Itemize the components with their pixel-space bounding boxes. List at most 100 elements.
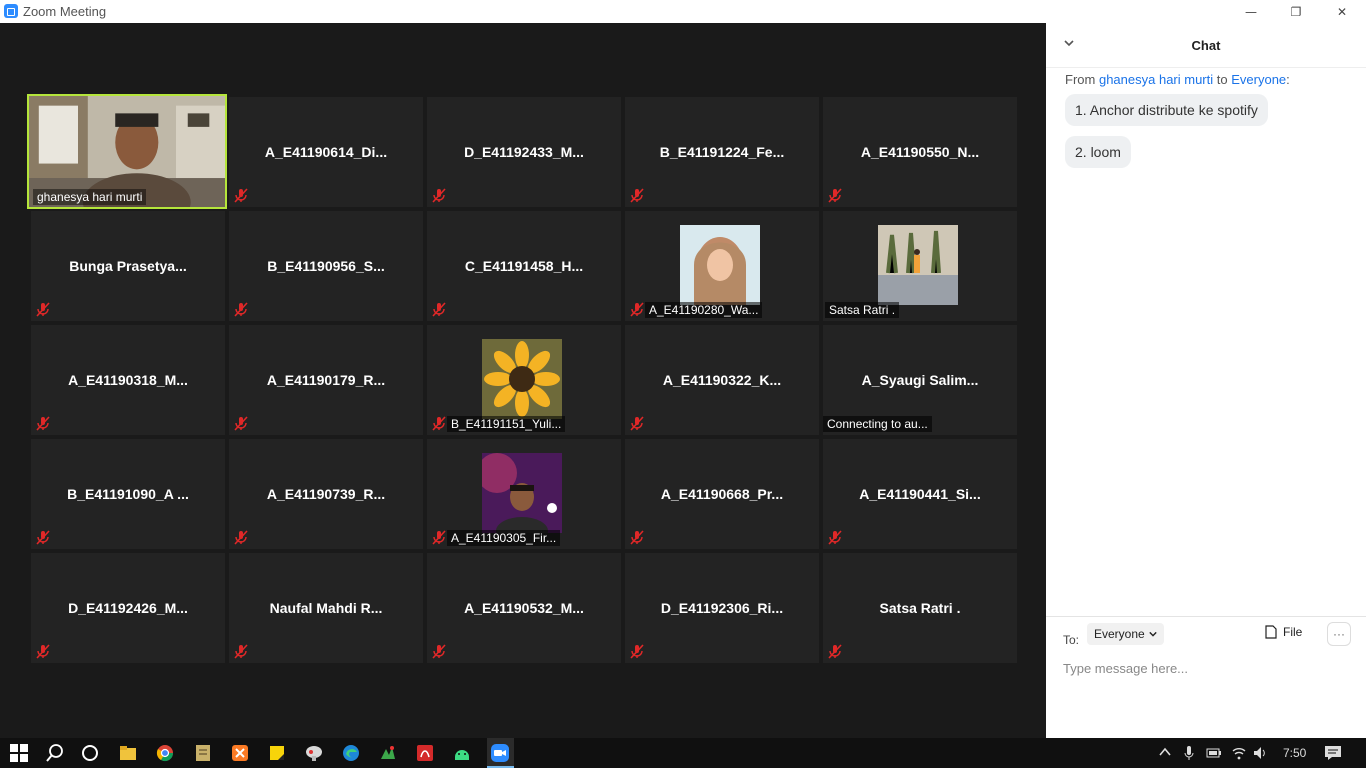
battery-icon[interactable]	[1206, 747, 1222, 759]
xampp-icon[interactable]	[230, 743, 250, 763]
participant-tile[interactable]: A_Syaugi Salim... Connecting to au...	[823, 325, 1017, 435]
muted-mic-icon	[630, 530, 644, 545]
participant-tile[interactable]: D_E41192306_Ri...	[625, 553, 819, 663]
search-icon[interactable]	[45, 743, 65, 763]
participant-tile[interactable]: B_E41191151_Yuli...	[427, 325, 621, 435]
wifi-icon[interactable]	[1231, 746, 1247, 760]
participant-tile[interactable]: A_E41190614_Di...	[229, 97, 423, 207]
muted-mic-icon	[36, 644, 50, 659]
chat-message: 1. Anchor distribute ke spotify	[1065, 94, 1268, 126]
windows-start-icon[interactable]	[9, 743, 29, 763]
participant-tile[interactable]: C_E41191458_H...	[427, 211, 621, 321]
message-input[interactable]: Type message here...	[1063, 661, 1188, 676]
participant-tile[interactable]: Naufal Mahdi R...	[229, 553, 423, 663]
notifications-icon[interactable]	[1324, 745, 1342, 761]
recipient-name[interactable]: Everyone	[1231, 72, 1286, 87]
chrome-icon[interactable]	[155, 743, 175, 763]
app-icon[interactable]	[304, 743, 324, 763]
participant-name: A_E41190550_N...	[860, 144, 980, 160]
volume-icon[interactable]	[1253, 746, 1269, 760]
sticky-notes-icon[interactable]	[267, 743, 287, 763]
participant-tile[interactable]: Satsa Ratri .	[823, 211, 1017, 321]
participant-photo	[482, 339, 562, 419]
participant-name: D_E41192426_M...	[68, 600, 188, 616]
muted-mic-icon	[432, 188, 446, 203]
minimize-button[interactable]: —	[1228, 0, 1274, 23]
gallery-view: ghanesya hari murti A_E41190614_Di... D_E…	[0, 23, 1046, 738]
participant-tile[interactable]: B_E41191224_Fe...	[625, 97, 819, 207]
participant-tile[interactable]: D_E41192433_M...	[427, 97, 621, 207]
participant-tile[interactable]: A_E41190532_M...	[427, 553, 621, 663]
chat-panel: Chat From ghanesya hari murti to Everyon…	[1046, 23, 1366, 738]
sender-name[interactable]: ghanesya hari murti	[1099, 72, 1213, 87]
window-title: Zoom Meeting	[23, 4, 107, 19]
file-icon	[1265, 625, 1277, 639]
participant-tile[interactable]: Satsa Ratri .	[823, 553, 1017, 663]
muted-mic-icon	[234, 416, 248, 431]
restore-button[interactable]: ❐	[1273, 0, 1319, 23]
participant-photo	[878, 225, 958, 305]
participant-tile[interactable]: A_E41190322_K...	[625, 325, 819, 435]
participant-name: D_E41192433_M...	[464, 144, 584, 160]
android-studio-icon[interactable]	[452, 743, 472, 763]
close-button[interactable]: ✕	[1319, 0, 1365, 23]
participant-name: A_Syaugi Salim...	[861, 372, 979, 388]
close-icon: ✕	[1336, 4, 1348, 19]
participant-name: A_E41190532_M...	[464, 600, 584, 616]
participant-tile[interactable]: A_E41190739_R...	[229, 439, 423, 549]
participant-tile[interactable]: A_E41190179_R...	[229, 325, 423, 435]
participant-name: Naufal Mahdi R...	[269, 600, 383, 616]
muted-mic-icon	[630, 188, 644, 203]
chat-header: Chat	[1046, 23, 1366, 68]
microphone-icon[interactable]	[1184, 745, 1194, 761]
connection-status: Connecting to au...	[823, 416, 932, 432]
participant-tile[interactable]: A_E41190441_Si...	[823, 439, 1017, 549]
muted-mic-icon	[828, 188, 842, 203]
zoom-taskbar-button[interactable]	[487, 738, 514, 768]
participant-tile[interactable]: A_E41190280_Wa...	[625, 211, 819, 321]
active-speaker-tile[interactable]: ghanesya hari murti	[27, 94, 227, 209]
participant-name: A_E41190441_Si...	[859, 486, 981, 502]
zoom-app-icon	[4, 4, 18, 18]
participant-name: B_E41191151_Yuli...	[447, 416, 566, 432]
chevron-up-icon[interactable]	[1159, 747, 1171, 757]
muted-mic-icon	[828, 644, 842, 659]
muted-mic-icon	[828, 530, 842, 545]
participant-name: A_E41190280_Wa...	[645, 302, 763, 318]
file-label: File	[1283, 625, 1303, 639]
clock[interactable]: 7:50	[1283, 746, 1306, 760]
participant-tile[interactable]: A_E41190668_Pr...	[625, 439, 819, 549]
cortana-icon[interactable]	[80, 743, 100, 763]
participant-name: Satsa Ratri .	[879, 600, 961, 616]
recipient-select[interactable]: Everyone	[1087, 623, 1164, 645]
windows-taskbar: 7:50	[0, 738, 1366, 768]
more-options-button[interactable]: ···	[1327, 622, 1351, 646]
file-explorer-icon[interactable]	[118, 743, 138, 763]
participant-tile[interactable]: A_E41190305_Fir...	[427, 439, 621, 549]
recipient-value: Everyone	[1094, 627, 1145, 641]
participant-tile[interactable]: A_E41190550_N...	[823, 97, 1017, 207]
muted-mic-icon	[234, 644, 248, 659]
muted-mic-icon	[432, 302, 446, 317]
participant-tile[interactable]: D_E41192426_M...	[31, 553, 225, 663]
pdf-reader-icon[interactable]	[415, 743, 435, 763]
muted-mic-icon	[36, 302, 50, 317]
muted-mic-icon	[630, 644, 644, 659]
notepad-icon[interactable]	[193, 743, 213, 763]
file-button[interactable]: File	[1265, 625, 1302, 639]
from-label: From	[1065, 72, 1096, 87]
participant-name: A_E41190668_Pr...	[660, 486, 784, 502]
participant-name: B_E41191224_Fe...	[659, 144, 785, 160]
participant-photo	[680, 225, 760, 305]
app-icon[interactable]	[378, 743, 398, 763]
participant-tile[interactable]: B_E41191090_A ...	[31, 439, 225, 549]
muted-mic-icon	[36, 530, 50, 545]
participant-tile[interactable]: B_E41190956_S...	[229, 211, 423, 321]
participant-tile[interactable]: Bunga Prasetya...	[31, 211, 225, 321]
participant-tile[interactable]: A_E41190318_M...	[31, 325, 225, 435]
title-bar: Zoom Meeting — ❐ ✕	[0, 0, 1366, 23]
participant-name: A_E41190179_R...	[266, 372, 386, 388]
muted-mic-icon	[432, 644, 446, 659]
edge-icon[interactable]	[341, 743, 361, 763]
chat-message: 2. loom	[1065, 136, 1131, 168]
